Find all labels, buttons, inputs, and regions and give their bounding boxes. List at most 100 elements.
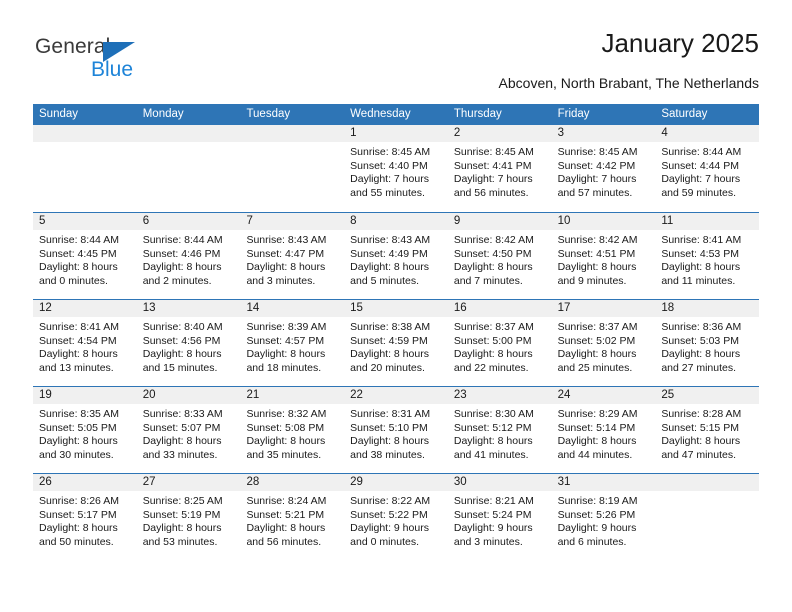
day-daylight-line1-text: Daylight: 8 hours: [39, 348, 118, 360]
day-cell[interactable]: 18 Sunrise: 8:36 AM Sunset: 5:03 PM Dayligh…: [655, 300, 760, 386]
day-number: 19: [33, 387, 137, 404]
day-daylight-line2-text: and 11 minutes.: [661, 274, 736, 287]
day-number: 29: [344, 474, 448, 491]
day-number: [33, 125, 137, 142]
day-cell[interactable]: 21 Sunrise: 8:32 AM Sunset: 5:08 PM Dayligh…: [240, 387, 345, 473]
general-blue-logo[interactable]: General Blue: [35, 34, 165, 90]
day-daylight-line1-text: Daylight: 8 hours: [557, 435, 637, 447]
day-sunrise-text: Sunrise: 8:42 AM: [557, 234, 638, 246]
day-sun-info: Sunrise: 8:33 AM Sunset: 5:07 PM Daylight:…: [137, 404, 241, 462]
day-cell[interactable]: 30 Sunrise: 8:21 AM Sunset: 5:24 PM Dayligh…: [447, 474, 552, 560]
day-sunrise-text: Sunrise: 8:22 AM: [350, 495, 431, 507]
day-cell[interactable]: 5 Sunrise: 8:44 AM Sunset: 4:45 PM Daylight…: [33, 213, 137, 299]
day-daylight-line1-text: Daylight: 8 hours: [350, 261, 429, 273]
day-number: 2: [447, 125, 552, 142]
day-sunrise-text: Sunrise: 8:45 AM: [350, 146, 431, 158]
day-daylight-line2-text: and 30 minutes.: [39, 448, 114, 461]
day-cell[interactable]: 2 Sunrise: 8:45 AM Sunset: 4:41 PM Daylight…: [447, 125, 552, 212]
day-sunset-text: Sunset: 4:42 PM: [557, 159, 636, 172]
day-cell-empty: [655, 474, 760, 560]
day-cell[interactable]: 23 Sunrise: 8:30 AM Sunset: 5:12 PM Dayligh…: [447, 387, 552, 473]
day-daylight-line1-text: Daylight: 8 hours: [142, 522, 222, 534]
day-number: 1: [344, 125, 448, 142]
day-cell[interactable]: 9 Sunrise: 8:42 AM Sunset: 4:50 PM Daylight…: [447, 213, 552, 299]
day-sunrise-text: Sunrise: 8:36 AM: [661, 321, 742, 333]
day-number: 13: [136, 300, 241, 317]
day-sun-info: Sunrise: 8:40 AM Sunset: 4:56 PM Daylight:…: [137, 317, 241, 375]
day-sun-info: Sunrise: 8:43 AM Sunset: 4:49 PM Daylight:…: [344, 230, 448, 288]
day-daylight-line1-text: Daylight: 7 hours: [350, 173, 429, 185]
day-daylight-line1-text: Daylight: 8 hours: [39, 522, 118, 534]
day-daylight-line2-text: and 13 minutes.: [39, 361, 114, 374]
day-sun-info: Sunrise: 8:42 AM Sunset: 4:50 PM Daylight:…: [448, 230, 552, 288]
day-cell[interactable]: 28 Sunrise: 8:24 AM Sunset: 5:21 PM Dayligh…: [240, 474, 345, 560]
day-number: 7: [240, 213, 345, 230]
day-daylight-line2-text: and 55 minutes.: [350, 186, 425, 199]
day-cell[interactable]: 31 Sunrise: 8:19 AM Sunset: 5:26 PM Dayligh…: [551, 474, 656, 560]
day-daylight-line1-text: Daylight: 8 hours: [661, 435, 741, 447]
day-cell[interactable]: 27 Sunrise: 8:25 AM Sunset: 5:19 PM Dayligh…: [136, 474, 241, 560]
day-sun-info: Sunrise: 8:38 AM Sunset: 4:59 PM Daylight:…: [344, 317, 448, 375]
day-sunset-text: Sunset: 4:56 PM: [142, 334, 221, 347]
day-cell[interactable]: 26 Sunrise: 8:26 AM Sunset: 5:17 PM Dayligh…: [33, 474, 137, 560]
day-cell[interactable]: 12 Sunrise: 8:41 AM Sunset: 4:54 PM Dayligh…: [33, 300, 137, 386]
day-cell[interactable]: 24 Sunrise: 8:29 AM Sunset: 5:14 PM Dayligh…: [551, 387, 656, 473]
day-daylight-line2-text: and 6 minutes.: [557, 535, 627, 548]
day-daylight-line2-text: and 0 minutes.: [350, 535, 420, 548]
day-cell[interactable]: 22 Sunrise: 8:31 AM Sunset: 5:10 PM Dayligh…: [344, 387, 448, 473]
day-cell[interactable]: 7 Sunrise: 8:43 AM Sunset: 4:47 PM Daylight…: [240, 213, 345, 299]
day-daylight-line1-text: Daylight: 9 hours: [350, 522, 429, 534]
calendar-weeks: 1 Sunrise: 8:45 AM Sunset: 4:40 PM Daylight…: [33, 125, 760, 560]
day-number: 4: [655, 125, 760, 142]
calendar-grid: Sunday Monday Tuesday Wednesday Thursday Frid…: [33, 104, 760, 560]
day-daylight-line1-text: Daylight: 7 hours: [453, 173, 533, 185]
day-cell[interactable]: 11 Sunrise: 8:41 AM Sunset: 4:53 PM Dayligh…: [655, 213, 760, 299]
day-sunrise-text: Sunrise: 8:44 AM: [661, 146, 742, 158]
day-sun-info: Sunrise: 8:37 AM Sunset: 5:02 PM Daylight:…: [552, 317, 656, 375]
day-daylight-line1-text: Daylight: 8 hours: [453, 435, 533, 447]
day-cell[interactable]: 10 Sunrise: 8:42 AM Sunset: 4:51 PM Dayligh…: [551, 213, 656, 299]
day-daylight-line1-text: Daylight: 8 hours: [246, 435, 326, 447]
day-daylight-line2-text: and 44 minutes.: [557, 448, 633, 461]
day-number: [655, 474, 760, 491]
day-cell[interactable]: 19 Sunrise: 8:35 AM Sunset: 5:05 PM Dayligh…: [33, 387, 137, 473]
day-sun-info: Sunrise: 8:25 AM Sunset: 5:19 PM Daylight:…: [137, 491, 241, 549]
day-number: 31: [551, 474, 656, 491]
day-sunset-text: Sunset: 5:02 PM: [557, 334, 636, 347]
day-sunrise-text: Sunrise: 8:43 AM: [350, 234, 431, 246]
day-daylight-line1-text: Daylight: 8 hours: [39, 261, 118, 273]
day-daylight-line1-text: Daylight: 9 hours: [557, 522, 637, 534]
day-cell[interactable]: 25 Sunrise: 8:28 AM Sunset: 5:15 PM Dayligh…: [655, 387, 760, 473]
day-sunrise-text: Sunrise: 8:41 AM: [661, 234, 742, 246]
day-cell[interactable]: 15 Sunrise: 8:38 AM Sunset: 4:59 PM Dayligh…: [344, 300, 448, 386]
day-cell[interactable]: 4 Sunrise: 8:44 AM Sunset: 4:44 PM Daylight…: [655, 125, 760, 212]
day-cell[interactable]: 1 Sunrise: 8:45 AM Sunset: 4:40 PM Daylight…: [344, 125, 448, 212]
day-sunrise-text: Sunrise: 8:29 AM: [557, 408, 638, 420]
day-cell[interactable]: 14 Sunrise: 8:39 AM Sunset: 4:57 PM Dayligh…: [240, 300, 345, 386]
weekday-header-row: Sunday Monday Tuesday Wednesday Thursday Frid…: [33, 104, 759, 125]
day-sun-info: Sunrise: 8:41 AM Sunset: 4:54 PM Daylight:…: [33, 317, 137, 375]
day-sunset-text: Sunset: 5:05 PM: [39, 421, 117, 434]
day-number: 10: [551, 213, 656, 230]
day-daylight-line1-text: Daylight: 8 hours: [453, 261, 533, 273]
day-number: 12: [33, 300, 137, 317]
day-cell[interactable]: 6 Sunrise: 8:44 AM Sunset: 4:46 PM Daylight…: [136, 213, 241, 299]
day-sunrise-text: Sunrise: 8:41 AM: [39, 321, 119, 333]
day-cell[interactable]: 3 Sunrise: 8:45 AM Sunset: 4:42 PM Daylight…: [551, 125, 656, 212]
day-cell[interactable]: 13 Sunrise: 8:40 AM Sunset: 4:56 PM Dayligh…: [136, 300, 241, 386]
day-number: 20: [136, 387, 241, 404]
day-sunrise-text: Sunrise: 8:44 AM: [142, 234, 223, 246]
day-daylight-line2-text: and 5 minutes.: [350, 274, 420, 287]
day-cell[interactable]: 29 Sunrise: 8:22 AM Sunset: 5:22 PM Dayligh…: [344, 474, 448, 560]
day-cell[interactable]: 17 Sunrise: 8:37 AM Sunset: 5:02 PM Dayligh…: [551, 300, 656, 386]
day-sunset-text: Sunset: 4:46 PM: [142, 247, 221, 260]
day-cell[interactable]: 16 Sunrise: 8:37 AM Sunset: 5:00 PM Dayligh…: [447, 300, 552, 386]
page-header: General Blue January 2025 Abcoven, North…: [33, 28, 759, 100]
day-daylight-line1-text: Daylight: 8 hours: [661, 261, 741, 273]
day-cell-empty: [33, 125, 137, 212]
day-cell[interactable]: 20 Sunrise: 8:33 AM Sunset: 5:07 PM Dayligh…: [136, 387, 241, 473]
day-cell[interactable]: 8 Sunrise: 8:43 AM Sunset: 4:49 PM Daylight…: [344, 213, 448, 299]
day-sunset-text: Sunset: 5:10 PM: [350, 421, 428, 434]
day-sun-info: Sunrise: 8:28 AM Sunset: 5:15 PM Daylight:…: [655, 404, 759, 462]
day-sunrise-text: Sunrise: 8:44 AM: [39, 234, 119, 246]
